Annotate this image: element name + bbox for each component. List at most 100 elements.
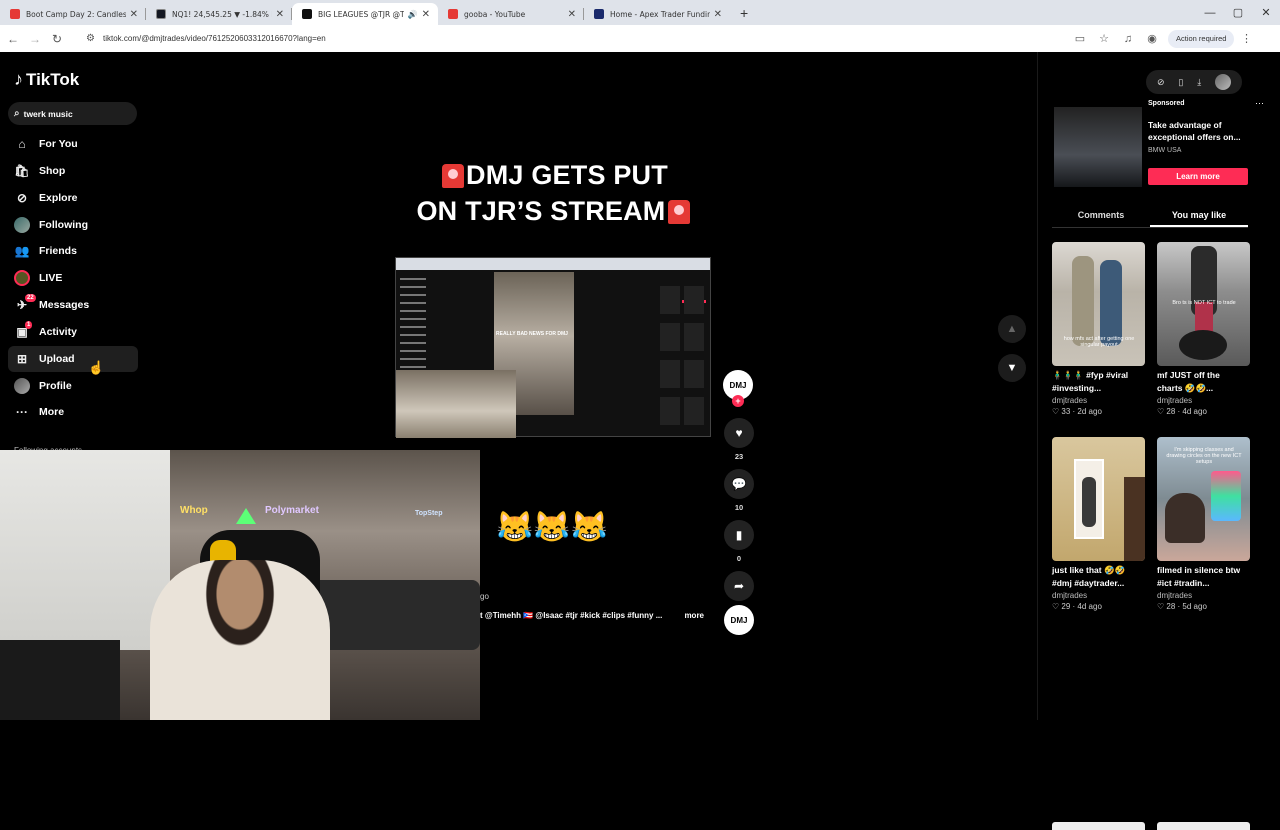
- ad-thumbnail[interactable]: [1054, 107, 1142, 187]
- explore-icon[interactable]: ⊘: [1157, 77, 1165, 88]
- video-author[interactable]: dmjtrades: [1157, 396, 1250, 405]
- video-thumbnail[interactable]: I'm skipping classes and drawing circles…: [1157, 437, 1250, 561]
- thumbnail-overlay-text: Bro ts is NOT ICT to trade: [1172, 300, 1236, 306]
- reload-icon[interactable]: ↻: [46, 32, 68, 46]
- sidebar-item-shop[interactable]: 🛍 Shop: [8, 158, 138, 184]
- search-value: twerk music: [23, 108, 73, 119]
- download-icon[interactable]: ⤓: [1197, 77, 1201, 88]
- tiktok-favicon-icon: [302, 9, 312, 19]
- url-field[interactable]: ⚙ tiktok.com/@dmjtrades/video/7612520603…: [78, 28, 1058, 49]
- sidebar-item-friends[interactable]: 👥 Friends: [8, 238, 138, 264]
- sidebar-item-messages[interactable]: ✈ 22 Messages: [8, 292, 138, 318]
- video-thumbnail[interactable]: how mfs act after getting one singular p…: [1052, 242, 1145, 366]
- apex-favicon-icon: [594, 9, 604, 19]
- video-card[interactable]: just like that 🤣🤣 #dmj #daytrader... dmj…: [1052, 437, 1145, 611]
- video-author[interactable]: dmjtrades: [1157, 591, 1250, 600]
- avatar-icon: [14, 216, 30, 233]
- back-icon[interactable]: ←: [2, 32, 24, 46]
- thumbnail-overlay-text: I'm skipping classes and drawing circles…: [1166, 447, 1242, 465]
- embedded-screen-recording: REALLY BAD NEWS FOR DMJ: [395, 257, 711, 438]
- streamer: [150, 560, 330, 720]
- video-card[interactable]: I'm skipping classes and drawing circles…: [1157, 437, 1250, 611]
- media-control-icon[interactable]: ♫: [1116, 33, 1140, 45]
- sidebar-item-activity[interactable]: ▣ 1 Activity: [8, 319, 138, 345]
- ad-options-icon[interactable]: ⋯: [1255, 98, 1264, 109]
- comment-action[interactable]: 💬 10: [723, 469, 755, 512]
- browser-tab-5[interactable]: Home - Apex Trader Funding ✕: [584, 3, 730, 25]
- comment-count: 10: [734, 503, 744, 512]
- close-tab-icon[interactable]: ✕: [130, 9, 138, 20]
- audio-icon[interactable]: 🔊: [408, 10, 418, 19]
- profile-avatar-icon[interactable]: [1215, 74, 1232, 90]
- video-card[interactable]: Bro ts is NOT ICT to trade mf JUST off t…: [1157, 242, 1250, 416]
- tab-you-may-like[interactable]: You may like: [1150, 204, 1248, 227]
- avatar-text: DMJ: [729, 380, 747, 390]
- sidebar-item-for-you[interactable]: ⌂ For You: [8, 131, 138, 157]
- like-action[interactable]: ♥ 23: [723, 418, 755, 461]
- shop-icon: 🛍: [14, 163, 30, 178]
- previous-video-icon[interactable]: ▲: [998, 315, 1026, 343]
- sidebar-item-profile[interactable]: Profile: [8, 373, 138, 399]
- close-tab-icon[interactable]: ✕: [714, 9, 722, 20]
- browser-menu-icon[interactable]: ⋮: [1234, 32, 1258, 45]
- video-thumbnail[interactable]: Bro ts is NOT ICT to trade: [1157, 242, 1250, 366]
- video-card-partial[interactable]: [1052, 822, 1145, 830]
- video-author[interactable]: dmjtrades: [1052, 591, 1145, 600]
- video-stats: ♡ 29 · 4d ago: [1052, 602, 1102, 611]
- minimize-icon[interactable]: —: [1196, 7, 1224, 19]
- comment-icon[interactable]: 💬: [724, 469, 754, 499]
- forward-icon[interactable]: →: [24, 32, 46, 46]
- new-tab-button[interactable]: +: [740, 5, 748, 21]
- bookmark-icon[interactable]: ▮: [724, 520, 754, 550]
- sidebar-item-live[interactable]: LIVE: [8, 265, 138, 291]
- sound-avatar[interactable]: DMJ: [724, 605, 754, 635]
- tiktok-logo[interactable]: ♪ TikTok: [14, 69, 79, 90]
- sidebar-item-following[interactable]: Following: [8, 212, 138, 238]
- browser-tab-4[interactable]: gooba - YouTube ✕: [438, 3, 584, 25]
- url-text: tiktok.com/@dmjtrades/video/761252060331…: [102, 34, 326, 43]
- sidebar-item-upload[interactable]: ⊞ Upload: [8, 345, 138, 372]
- close-tab-icon[interactable]: ✕: [422, 9, 430, 20]
- close-tab-icon[interactable]: ✕: [568, 9, 576, 20]
- close-window-icon[interactable]: ✕: [1252, 6, 1280, 19]
- browser-tab-1[interactable]: Boot Camp Day 2: Candlestick ✕: [0, 3, 146, 25]
- share-icon[interactable]: ➦: [724, 571, 754, 601]
- learn-more-button[interactable]: Learn more: [1148, 168, 1248, 185]
- follow-plus-icon[interactable]: +: [732, 395, 744, 407]
- caption-more-link[interactable]: more: [684, 611, 704, 620]
- video-age: 2d ago: [1077, 407, 1102, 416]
- sidebar-item-explore[interactable]: ⊘ Explore: [8, 185, 138, 211]
- browser-tab-3[interactable]: BIG LEAGUES @TJR @Time 🔊 ✕: [292, 3, 438, 25]
- account-icon[interactable]: ◉: [1140, 32, 1164, 45]
- browser-tab-2[interactable]: NQ1! 24,545.25 ▼ -1.84% MA ✕: [146, 3, 292, 25]
- whop-neon-sign: Whop: [180, 505, 208, 516]
- bookmark-star-icon[interactable]: ☆: [1092, 32, 1116, 45]
- device-icon[interactable]: ▯: [1178, 77, 1183, 88]
- maximize-icon[interactable]: ▢: [1224, 6, 1252, 19]
- address-bar-row: ← → ↻ ⚙ tiktok.com/@dmjtrades/video/7612…: [0, 25, 1280, 52]
- video-age: 4d ago: [1077, 602, 1102, 611]
- action-required-button[interactable]: Action required: [1168, 29, 1235, 48]
- tab-comments[interactable]: Comments: [1052, 204, 1150, 227]
- caption-text: mf JUST off the charts 🤣🤣...: [1157, 370, 1220, 393]
- video-card-partial[interactable]: [1157, 822, 1250, 830]
- heart-icon[interactable]: ♥: [724, 418, 754, 448]
- tiktok-note-icon: ♪: [14, 69, 23, 89]
- site-info-icon[interactable]: ⚙: [86, 33, 95, 44]
- next-video-icon[interactable]: ▼: [998, 354, 1026, 382]
- video-thumbnail[interactable]: [1052, 437, 1145, 561]
- video-card[interactable]: how mfs act after getting one singular p…: [1052, 242, 1145, 416]
- save-action[interactable]: ▮ 0: [723, 520, 755, 563]
- close-tab-icon[interactable]: ✕: [276, 9, 284, 20]
- creator-avatar[interactable]: DMJ +: [723, 370, 753, 407]
- video-actions: DMJ+ ♥23 💬10 ▮0 ➦5: [723, 370, 755, 622]
- video-author[interactable]: dmjtrades: [1052, 396, 1145, 405]
- sidebar-item-more[interactable]: ··· More: [8, 399, 138, 425]
- sponsored-ad[interactable]: Sponsored ⋯ Take advantage of exceptiona…: [1054, 98, 1264, 191]
- logo-text: TikTok: [26, 69, 80, 89]
- siren-icon: [667, 200, 690, 224]
- ad-brand: BMW USA: [1148, 147, 1182, 154]
- live-icon: [14, 270, 30, 287]
- cast-icon[interactable]: ▭: [1068, 32, 1092, 45]
- search-input[interactable]: ⌕ twerk music: [8, 102, 137, 125]
